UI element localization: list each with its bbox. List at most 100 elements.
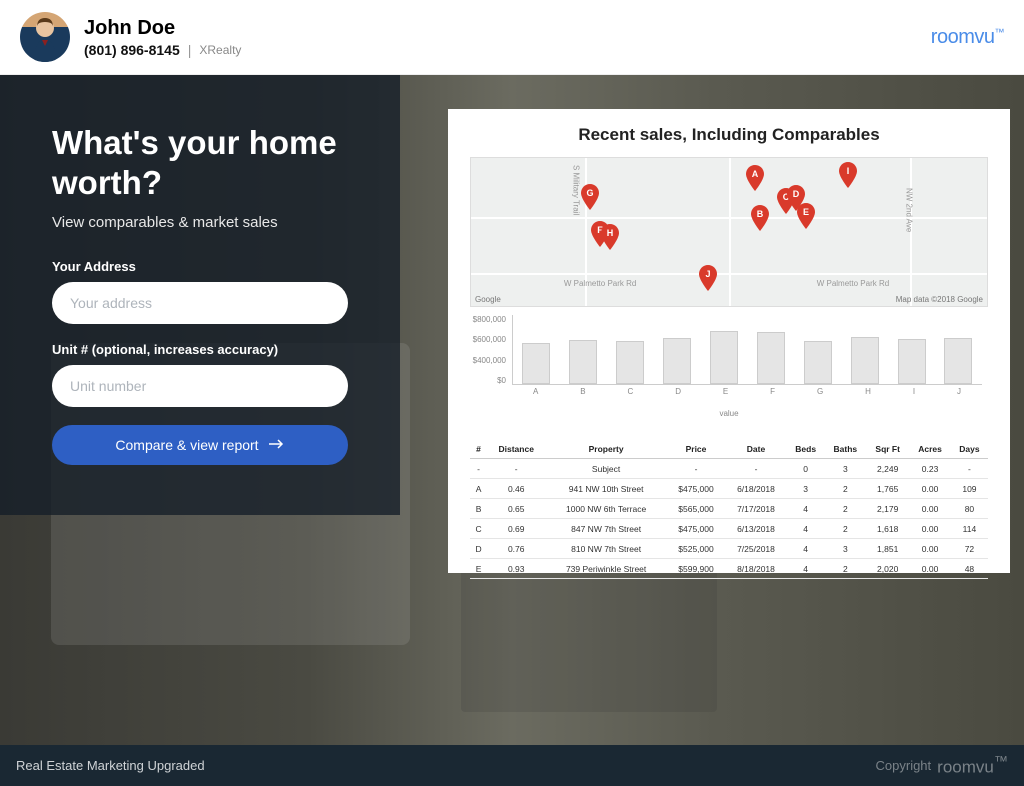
chart-bars [512,315,982,385]
table-cell: 114 [951,519,988,539]
footer-right: Copyright roomvu™ [876,754,1008,778]
chart-bar [569,340,597,384]
footer-copyright: Copyright [876,758,932,773]
table-cell: 8/18/2018 [725,559,787,579]
separator: | [188,42,192,58]
agent-avatar [20,12,70,62]
table-cell: 4 [787,499,825,519]
map-road-label: NW 2nd Ave [904,188,913,232]
chart-y-axis: $800,000$600,000$400,000$0 [470,315,506,385]
map[interactable]: S Military Trail W Palmetto Park Rd W Pa… [470,157,988,307]
svg-text:B: B [757,209,764,219]
table-cell: 0.93 [487,559,545,579]
map-pin[interactable]: J [699,265,717,291]
table-cell: 1,765 [866,479,909,499]
table-cell: 2 [825,559,867,579]
arrow-right-icon [269,437,285,453]
table-row: D0.76810 NW 7th Street$525,0007/25/20184… [470,539,988,559]
table-cell: 0.46 [487,479,545,499]
table-header: Days [951,440,988,459]
chart-x-title: value [470,409,988,418]
table-header: Sqr Ft [866,440,909,459]
address-input[interactable] [52,282,348,324]
table-row: C0.69847 NW 7th Street$475,0006/13/20184… [470,519,988,539]
table-cell: - [667,459,725,479]
table-cell: 6/18/2018 [725,479,787,499]
table-header: Beds [787,440,825,459]
brand-logo[interactable]: roomvu™ [931,26,1004,49]
table-cell: 0.00 [909,559,951,579]
table-cell: 7/17/2018 [725,499,787,519]
table-cell: 3 [787,479,825,499]
form-panel: What's your home worth? View comparables… [0,75,400,515]
table-cell: 0.00 [909,499,951,519]
map-pin[interactable]: I [839,162,857,188]
table-cell: 810 NW 7th Street [545,539,666,559]
footer-tagline: Real Estate Marketing Upgraded [16,758,205,773]
hero: What's your home worth? View comparables… [0,75,1024,745]
table-cell: A [470,479,487,499]
footer-brand: roomvu™ [937,754,1008,778]
table-cell: B [470,499,487,519]
map-pin[interactable]: H [601,224,619,250]
agent-phone[interactable]: (801) 896-8145 [84,42,180,58]
table-cell: $525,000 [667,539,725,559]
unit-label: Unit # (optional, increases accuracy) [52,342,348,357]
table-header: Distance [487,440,545,459]
form-title: What's your home worth? [52,123,348,202]
table-cell: 4 [787,539,825,559]
table-cell: $565,000 [667,499,725,519]
table-cell: 80 [951,499,988,519]
table-cell: 4 [787,559,825,579]
chart-bar [757,332,785,384]
agent-contact: (801) 896-8145 | XRealty [84,42,241,58]
map-road-label: W Palmetto Park Rd [817,279,889,288]
table-header: Price [667,440,725,459]
chart-bar [616,341,644,384]
table-cell: - [487,459,545,479]
map-pin[interactable]: G [581,184,599,210]
map-pin[interactable]: A [746,165,764,191]
map-pin[interactable]: B [751,205,769,231]
chart: $800,000$600,000$400,000$0 ABCDEFGHIJ [470,315,988,405]
table-cell: 2 [825,519,867,539]
map-attribution: Google [475,295,501,304]
chart-bar [804,341,832,384]
table-cell: 7/25/2018 [725,539,787,559]
report-panel: Recent sales, Including Comparables S Mi… [448,109,1010,573]
chart-x-axis: ABCDEFGHIJ [512,387,982,396]
address-label: Your Address [52,259,348,274]
table-cell: 739 Periwinkle Street [545,559,666,579]
table-cell: 0.00 [909,539,951,559]
table-cell: 72 [951,539,988,559]
table-cell: 3 [825,539,867,559]
table-cell: 847 NW 7th Street [545,519,666,539]
table-cell: D [470,539,487,559]
map-road-label: S Military Trail [572,165,581,215]
header: John Doe (801) 896-8145 | XRealty roomvu… [0,0,1024,75]
table-header: Property [545,440,666,459]
table-row: B0.651000 NW 6th Terrace$565,0007/17/201… [470,499,988,519]
table-cell: 0.65 [487,499,545,519]
table-header: Baths [825,440,867,459]
table-cell: 0.69 [487,519,545,539]
chart-bar [851,337,879,384]
agent-company: XRealty [199,43,241,57]
form-subtitle: View comparables & market sales [52,214,348,231]
table-cell: 6/13/2018 [725,519,787,539]
agent-info: John Doe (801) 896-8145 | XRealty [84,17,241,58]
table-cell: 4 [787,519,825,539]
table-cell: 1000 NW 6th Terrace [545,499,666,519]
map-road-label: W Palmetto Park Rd [564,279,636,288]
table-row: E0.93739 Periwinkle Street$599,9008/18/2… [470,559,988,579]
svg-text:E: E [803,207,809,217]
table-cell: 0 [787,459,825,479]
svg-text:D: D [793,189,800,199]
chart-bar [710,331,738,384]
table-cell: $599,900 [667,559,725,579]
map-pin[interactable]: E [797,203,815,229]
table-cell: 1,618 [866,519,909,539]
compare-button[interactable]: Compare & view report [52,425,348,465]
svg-text:A: A [752,169,759,179]
unit-input[interactable] [52,365,348,407]
